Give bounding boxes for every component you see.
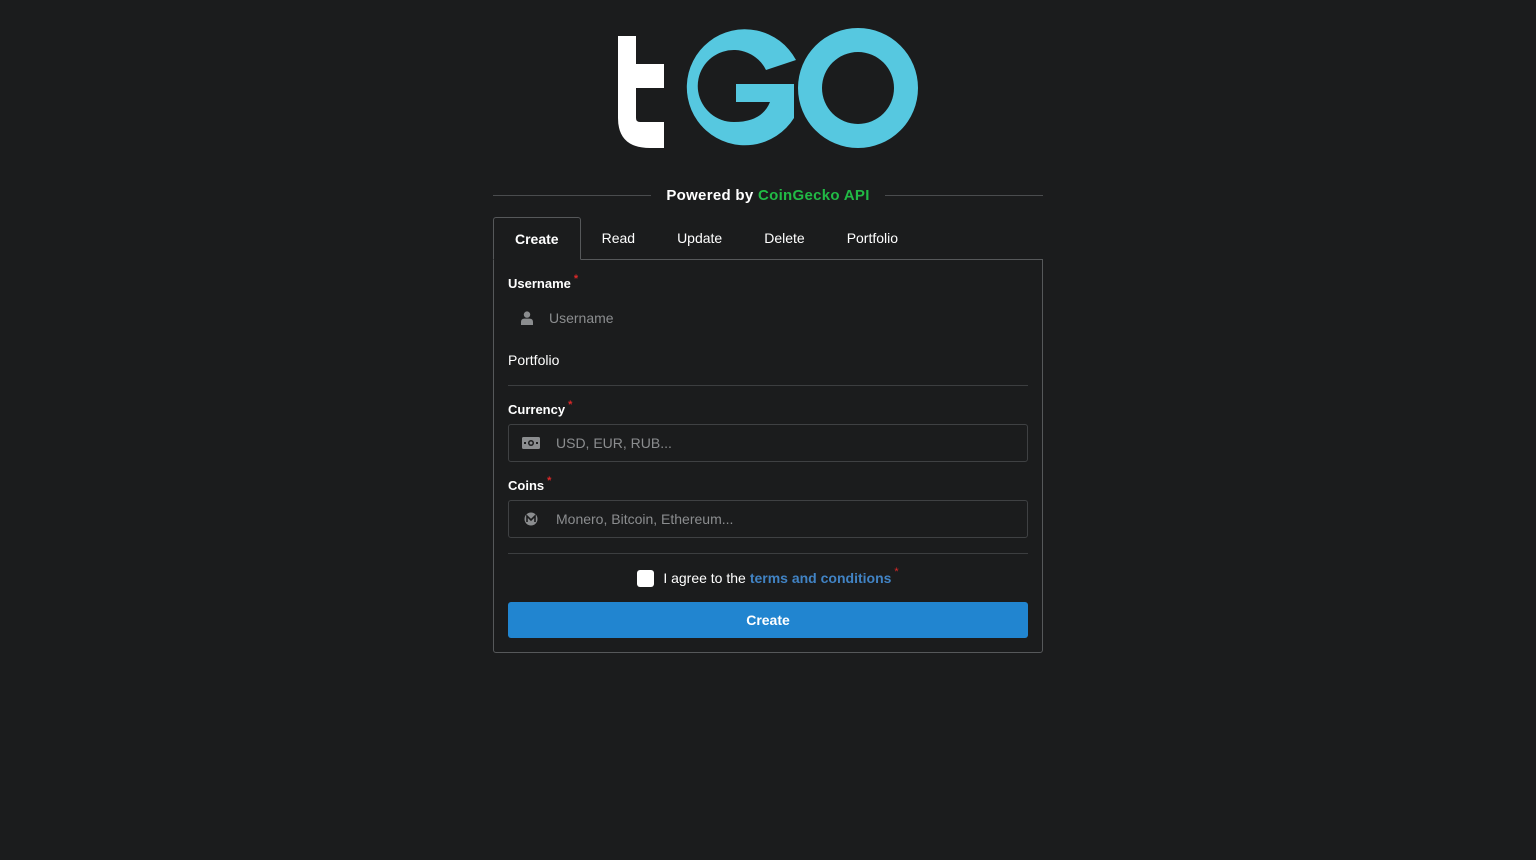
terms-checkbox[interactable] — [637, 569, 655, 587]
tab-portfolio[interactable]: Portfolio — [826, 217, 919, 259]
currency-field[interactable] — [508, 424, 1028, 462]
username-input[interactable] — [547, 309, 1011, 327]
username-field[interactable] — [508, 304, 1028, 332]
money-bill-icon — [522, 437, 540, 449]
crud-tabs: Create Read Update Delete Portfolio — [493, 217, 1043, 260]
create-form-panel: Username* Portfolio Currency* Coins* — [493, 259, 1043, 653]
terms-agreement: I agree to the terms and conditions * — [494, 566, 1042, 588]
create-button[interactable]: Create — [508, 602, 1028, 638]
currency-label: Currency * — [508, 399, 573, 417]
required-mark: * — [568, 399, 573, 411]
powered-by-prefix: Powered by — [666, 186, 754, 204]
tab-read[interactable]: Read — [581, 217, 656, 259]
coins-input[interactable] — [554, 510, 1018, 528]
tab-delete[interactable]: Delete — [743, 217, 825, 259]
coins-label: Coins * — [508, 475, 552, 493]
powered-by-text: Powered by CoinGecko API — [651, 187, 884, 204]
form-divider — [508, 553, 1028, 554]
user-icon — [521, 311, 533, 325]
required-mark: * — [573, 273, 579, 285]
coingecko-api-link[interactable]: CoinGecko API — [758, 187, 870, 204]
coins-field[interactable] — [508, 500, 1028, 538]
divider-line-right — [884, 194, 1043, 196]
tgo-logo-graphic — [618, 28, 918, 148]
required-mark: * — [547, 475, 552, 487]
username-label-text: Username — [508, 276, 571, 291]
monero-icon — [522, 512, 540, 526]
section-divider — [508, 385, 1028, 386]
agree-prefix: I agree to the — [663, 570, 746, 586]
tab-update[interactable]: Update — [656, 217, 743, 259]
username-label: Username * — [508, 273, 579, 291]
required-mark: * — [894, 566, 899, 578]
currency-label-text: Currency — [508, 402, 566, 417]
powered-by-divider: Powered by CoinGecko API — [493, 184, 1043, 206]
tgo-logo — [610, 22, 926, 152]
divider-line-left — [493, 194, 652, 196]
coins-label-text: Coins — [508, 478, 545, 493]
portfolio-section-title: Portfolio — [508, 352, 560, 368]
currency-input[interactable] — [554, 434, 1018, 452]
terms-link[interactable]: terms and conditions — [750, 570, 892, 586]
tab-create[interactable]: Create — [493, 217, 581, 260]
